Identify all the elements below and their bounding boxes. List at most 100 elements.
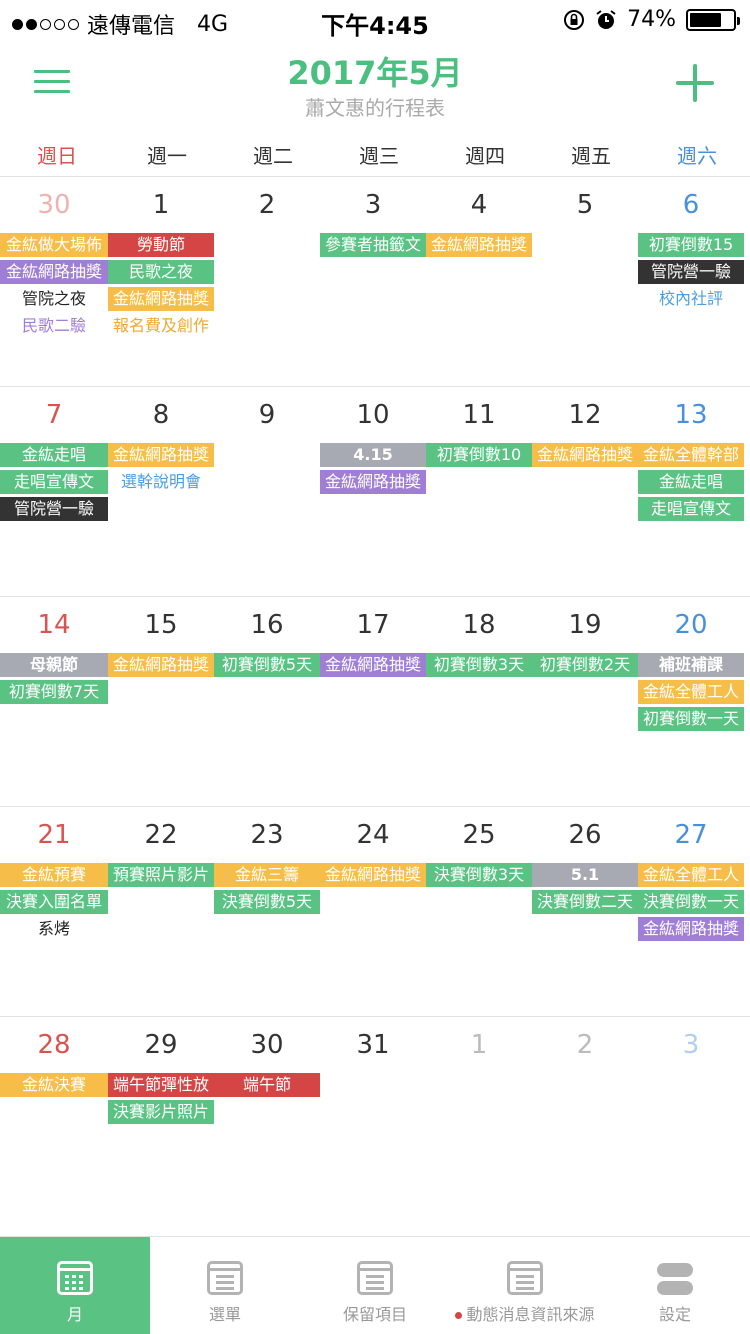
event-chip[interactable]: 金紘全體幹部 xyxy=(638,443,744,467)
event-chip[interactable]: 決賽倒數5天 xyxy=(214,890,320,914)
event-chip[interactable]: 校內社評 xyxy=(638,287,744,311)
day-cell[interactable]: 25 決賽倒數3天 xyxy=(426,807,532,1016)
day-cell[interactable]: 23 金紘三籌 決賽倒數5天 xyxy=(214,807,320,1016)
day-cell[interactable]: 27 金紘全體工人 決賽倒數一天 金紘網路抽獎 xyxy=(638,807,744,1016)
tab-calendar-grid[interactable]: 月 xyxy=(0,1237,150,1334)
event-chip[interactable]: 金紘網路抽獎 xyxy=(320,470,426,494)
day-number: 5 xyxy=(576,190,594,220)
event-chip[interactable]: 管院營一驗 xyxy=(0,497,108,521)
event-chip[interactable]: 端午節 xyxy=(214,1073,320,1097)
day-cell[interactable]: 15 金紘網路抽獎 xyxy=(108,597,214,806)
day-cell[interactable]: 6 初賽倒數15 管院營一驗 校內社評 xyxy=(638,177,744,386)
event-chip[interactable]: 金紘走唱 xyxy=(638,470,744,494)
day-cell[interactable]: 16 初賽倒數5天 xyxy=(214,597,320,806)
day-cell[interactable]: 8 金紘網路抽獎 選幹說明會 xyxy=(108,387,214,596)
day-cell[interactable]: 9 xyxy=(214,387,320,596)
day-cell[interactable]: 29 端午節彈性放 決賽影片照片 xyxy=(108,1017,214,1226)
event-chip[interactable]: 初賽倒數7天 xyxy=(0,680,108,704)
event-chip[interactable]: 初賽倒數2天 xyxy=(532,653,638,677)
event-chip[interactable]: 金紘全體工人 xyxy=(638,680,744,704)
day-cell[interactable]: 14 母親節 初賽倒數7天 xyxy=(0,597,108,806)
day-cell[interactable]: 1 勞動節 民歌之夜 金紘網路抽獎 報名費及創作 xyxy=(108,177,214,386)
download-box-icon xyxy=(357,1261,393,1295)
event-chip[interactable]: 初賽倒數5天 xyxy=(214,653,320,677)
event-chip[interactable]: 端午節彈性放 xyxy=(108,1073,214,1097)
day-cell[interactable]: 30 金紘做大場佈 金紘網路抽獎 管院之夜 民歌二驗 xyxy=(0,177,108,386)
event-chip[interactable]: 金紘走唱 xyxy=(0,443,108,467)
day-cell[interactable]: 20 補班補課 金紘全體工人 初賽倒數一天 xyxy=(638,597,744,806)
day-cell[interactable]: 2 xyxy=(532,1017,638,1226)
day-cell[interactable]: 22 預賽照片影片 xyxy=(108,807,214,1016)
event-chip[interactable]: 決賽倒數3天 xyxy=(426,863,532,887)
event-chip[interactable]: 選幹說明會 xyxy=(108,470,214,494)
tab-download-box[interactable]: 保留項目 xyxy=(300,1237,450,1334)
event-chip[interactable]: 決賽影片照片 xyxy=(108,1100,214,1124)
event-chip[interactable]: 金紘網路抽獎 xyxy=(108,287,214,311)
event-chip[interactable]: 金紘網路抽獎 xyxy=(108,653,214,677)
event-chip[interactable]: 金紘全體工人 xyxy=(638,863,744,887)
day-cell[interactable]: 31 xyxy=(320,1017,426,1226)
event-chip[interactable]: 補班補課 xyxy=(638,653,744,677)
day-cell[interactable]: 11 初賽倒數10 xyxy=(426,387,532,596)
event-chip[interactable]: 金紘做大場佈 xyxy=(0,233,108,257)
event-chip[interactable]: 初賽倒數一天 xyxy=(638,707,744,731)
day-events: 金紘網路抽獎 xyxy=(320,653,426,677)
event-chip[interactable]: 金紘三籌 xyxy=(214,863,320,887)
event-chip[interactable]: 初賽倒數3天 xyxy=(426,653,532,677)
day-cell[interactable]: 18 初賽倒數3天 xyxy=(426,597,532,806)
day-cell[interactable]: 2 xyxy=(214,177,320,386)
event-chip[interactable]: 金紘決賽 xyxy=(0,1073,108,1097)
day-cell[interactable]: 10 4.15 金紘網路抽獎 xyxy=(320,387,426,596)
day-cell[interactable]: 28 金紘決賽 xyxy=(0,1017,108,1226)
event-chip[interactable]: 金紘網路抽獎 xyxy=(0,260,108,284)
event-chip[interactable]: 勞動節 xyxy=(108,233,214,257)
event-chip[interactable]: 走唱宣傳文 xyxy=(638,497,744,521)
day-cell[interactable]: 3 xyxy=(638,1017,744,1226)
event-chip[interactable]: 管院營一驗 xyxy=(638,260,744,284)
tab-label-text: 保留項目 xyxy=(342,1305,407,1324)
event-chip[interactable]: 金紘網路抽獎 xyxy=(108,443,214,467)
event-chip[interactable]: 金紘網路抽獎 xyxy=(320,653,426,677)
day-cell[interactable]: 30 端午節 xyxy=(214,1017,320,1226)
day-cell[interactable]: 26 5.1 決賽倒數二天 xyxy=(532,807,638,1016)
add-event-button[interactable] xyxy=(676,64,714,102)
day-number: 31 xyxy=(356,1030,390,1060)
event-chip[interactable]: 母親節 xyxy=(0,653,108,677)
tab-label: 選單 xyxy=(150,1301,300,1325)
event-chip[interactable]: 金紘網路抽獎 xyxy=(320,863,426,887)
event-chip[interactable]: 系烤 xyxy=(0,917,108,941)
day-cell[interactable]: 3 參賽者抽籤文 xyxy=(320,177,426,386)
event-chip[interactable]: 走唱宣傳文 xyxy=(0,470,108,494)
event-chip[interactable]: 決賽入圍名單 xyxy=(0,890,108,914)
day-cell[interactable]: 1 xyxy=(426,1017,532,1226)
event-chip[interactable]: 決賽倒數一天 xyxy=(638,890,744,914)
event-chip[interactable]: 金紘預賽 xyxy=(0,863,108,887)
day-cell[interactable]: 4 金紘網路抽獎 xyxy=(426,177,532,386)
day-cell[interactable]: 12 金紘網路抽獎 xyxy=(532,387,638,596)
event-chip[interactable]: 4.15 xyxy=(320,443,426,467)
day-cell[interactable]: 5 xyxy=(532,177,638,386)
day-cell[interactable]: 17 金紘網路抽獎 xyxy=(320,597,426,806)
event-chip[interactable]: 決賽倒數二天 xyxy=(532,890,638,914)
event-chip[interactable]: 金紘網路抽獎 xyxy=(532,443,638,467)
day-cell[interactable]: 21 金紘預賽 決賽入圍名單 系烤 xyxy=(0,807,108,1016)
event-chip[interactable]: 管院之夜 xyxy=(0,287,108,311)
event-chip[interactable]: 5.1 xyxy=(532,863,638,887)
event-chip[interactable]: 初賽倒數15 xyxy=(638,233,744,257)
day-cell[interactable]: 13 金紘全體幹部 金紘走唱 走唱宣傳文 xyxy=(638,387,744,596)
event-chip[interactable]: 初賽倒數10 xyxy=(426,443,532,467)
event-chip[interactable]: 民歌之夜 xyxy=(108,260,214,284)
day-cell[interactable]: 7 金紘走唱 走唱宣傳文 管院營一驗 xyxy=(0,387,108,596)
tab-news-feed[interactable]: 動態消息資訊來源 xyxy=(450,1237,600,1334)
tab-toggle-settings[interactable]: 設定 xyxy=(600,1237,750,1334)
event-chip[interactable]: 預賽照片影片 xyxy=(108,863,214,887)
event-chip[interactable]: 民歌二驗 xyxy=(0,314,108,338)
event-chip[interactable]: 金紘網路抽獎 xyxy=(638,917,744,941)
month-title[interactable]: 2017年5月 xyxy=(0,48,750,94)
day-cell[interactable]: 24 金紘網路抽獎 xyxy=(320,807,426,1016)
event-chip[interactable]: 參賽者抽籤文 xyxy=(320,233,426,257)
tab-list[interactable]: 選單 xyxy=(150,1237,300,1334)
event-chip[interactable]: 報名費及創作 xyxy=(108,314,214,338)
day-cell[interactable]: 19 初賽倒數2天 xyxy=(532,597,638,806)
event-chip[interactable]: 金紘網路抽獎 xyxy=(426,233,532,257)
